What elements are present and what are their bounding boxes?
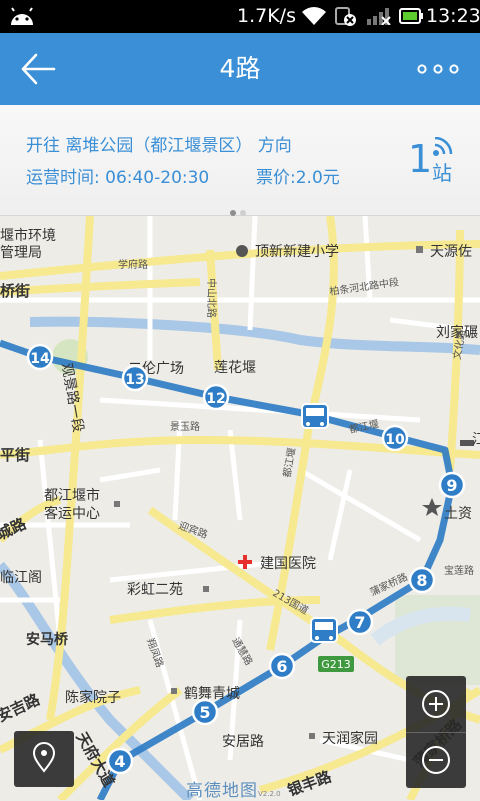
poi-label: 天源佐 — [430, 244, 472, 260]
station-number: 12 — [206, 391, 225, 407]
bus-icon[interactable] — [310, 617, 338, 643]
station-number: 8 — [416, 571, 427, 590]
road-label: 宝莲路 — [444, 564, 474, 577]
station-marker[interactable]: 12 — [202, 383, 230, 411]
poi-label: 临江阁 — [0, 570, 42, 586]
poi-label: 客运中心 — [44, 505, 100, 522]
station-marker[interactable]: 7 — [346, 608, 374, 636]
stops-away-count: 1 — [408, 137, 433, 181]
station-marker[interactable]: 9 — [438, 471, 466, 499]
poi-label: 彩虹二苑 — [127, 582, 183, 598]
realtime-signal-icon — [433, 137, 453, 156]
station-number: 4 — [114, 752, 125, 771]
route-direction: 开往 离堆公园（都江堰景区） 方向 — [26, 136, 292, 156]
poi-label: 堰市环境 — [0, 227, 56, 244]
more-options-icon[interactable] — [414, 57, 462, 81]
signal-icon — [367, 8, 391, 25]
station-marker[interactable]: 8 — [408, 566, 436, 594]
poi-label: 陈家院子 — [65, 689, 121, 706]
station-marker[interactable]: 5 — [191, 698, 219, 726]
station-number: 5 — [199, 703, 210, 722]
poi-label: 安马桥 — [26, 631, 69, 648]
poi-label: 天润家园 — [322, 730, 378, 747]
road-label-g213: G213 — [321, 658, 351, 671]
station-marker[interactable]: 13 — [121, 364, 149, 392]
android-icon — [11, 7, 33, 25]
poi-label: 建国医院 — [260, 556, 316, 572]
poi-label: 都江堰市 — [44, 487, 100, 504]
operating-hours: 运营时间: 06:40-20:30 — [26, 168, 210, 188]
station-number: 14 — [30, 351, 50, 367]
station-marker[interactable]: 6 — [268, 652, 296, 680]
road-label: 平街 — [0, 446, 30, 464]
station-marker[interactable]: 4 — [106, 747, 134, 775]
station-number: 10 — [385, 432, 405, 448]
road-label: 中山北路 — [205, 278, 218, 318]
station-number: 7 — [354, 613, 365, 632]
station-number: 9 — [446, 476, 457, 495]
sim-icon — [335, 7, 356, 26]
app-bar: 4路 — [0, 33, 480, 105]
fare: 票价:2.0元 — [256, 168, 340, 188]
bus-icon[interactable] — [301, 403, 329, 429]
poi-label: 江 — [472, 432, 480, 448]
wifi-icon — [302, 7, 326, 25]
map-provider-logo: 高德地图V2.2.0 — [186, 781, 281, 801]
poi-label: 莲花堰 — [214, 360, 256, 376]
zoom-out-icon[interactable] — [406, 732, 466, 788]
poi-label: 鹤舞青城 — [184, 686, 240, 702]
clock: 13:23 — [426, 5, 480, 27]
route-info-panel[interactable]: 开往 离堆公园（都江堰景区） 方向 运营时间: 06:40-20:30 票价:2… — [0, 105, 480, 216]
status-bar: 1.7K/s 13:23 — [0, 0, 480, 33]
zoom-in-icon[interactable] — [406, 676, 466, 732]
road-label: 学府路 — [118, 258, 148, 271]
poi-label: 顶新新建小学 — [255, 244, 339, 260]
battery-icon — [399, 8, 423, 24]
locate-button[interactable] — [14, 731, 74, 787]
network-speed: 1.7K/s — [237, 5, 296, 27]
poi-label: 管理局 — [0, 245, 42, 261]
page-title: 4路 — [219, 54, 261, 83]
station-number: 6 — [276, 657, 287, 676]
station-number: 13 — [125, 372, 144, 388]
location-pin-icon — [32, 742, 56, 773]
stops-away-unit: 站 — [432, 161, 452, 185]
zoom-controls — [406, 676, 466, 788]
station-marker[interactable]: 14 — [26, 343, 54, 371]
road-label: 桥街 — [0, 282, 30, 300]
road-label: 景玉路 — [170, 420, 200, 433]
station-marker[interactable]: 10 — [381, 424, 409, 452]
poi-label: 土资 — [444, 506, 472, 522]
poi-label: 安居路 — [222, 734, 264, 750]
